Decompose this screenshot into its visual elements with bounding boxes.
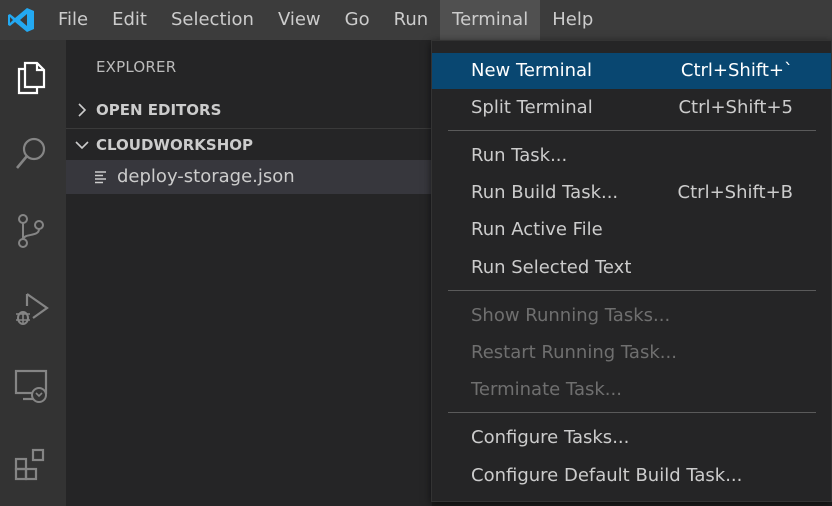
sidebar-title: EXPLORER: [96, 58, 177, 76]
extensions-icon[interactable]: [8, 442, 54, 488]
menu-item-configure-tasks[interactable]: Configure Tasks...: [432, 420, 831, 456]
vscode-logo-icon: [6, 6, 36, 34]
menu-item-label: Restart Running Task...: [471, 342, 677, 363]
menu-selection[interactable]: Selection: [159, 0, 266, 40]
menu-item-run-build-task[interactable]: Run Build Task... Ctrl+Shift+B: [432, 175, 831, 211]
menu-item-shortcut: Ctrl+Shift+5: [678, 97, 793, 118]
menu-item-label: Run Selected Text: [471, 257, 632, 278]
menu-item-label: Configure Tasks...: [471, 427, 630, 448]
chevron-down-icon: [75, 141, 89, 150]
menu-go[interactable]: Go: [333, 0, 382, 40]
menu-view[interactable]: View: [266, 0, 333, 40]
file-item[interactable]: deploy-storage.json: [66, 160, 432, 194]
run-debug-icon[interactable]: [8, 285, 54, 331]
source-control-icon[interactable]: [8, 208, 54, 254]
menu-separator: [448, 412, 816, 413]
menu-item-show-running-tasks: Show Running Tasks...: [432, 298, 831, 334]
menu-item-label: Run Active File: [471, 219, 603, 240]
file-lines-icon: [95, 171, 106, 184]
section-open-editors[interactable]: OPEN EDITORS: [66, 94, 432, 126]
title-bar: File Edit Selection View Go Run Terminal…: [0, 0, 832, 40]
menu-separator: [448, 290, 816, 291]
menu-item-split-terminal[interactable]: Split Terminal Ctrl+Shift+5: [432, 90, 831, 126]
menu-terminal[interactable]: Terminal: [440, 0, 541, 40]
menu-item-run-task[interactable]: Run Task...: [432, 138, 831, 174]
search-icon[interactable]: [8, 131, 54, 177]
menu-separator: [448, 130, 816, 131]
menu-edit[interactable]: Edit: [100, 0, 159, 40]
menu-item-label: Show Running Tasks...: [471, 305, 671, 326]
explorer-sidebar: EXPLORER OPEN EDITORS CLOUDWORKSHOP depl…: [66, 40, 432, 506]
menu-item-restart-running-task: Restart Running Task...: [432, 335, 831, 371]
menu-help[interactable]: Help: [540, 0, 605, 40]
menu-item-run-active-file[interactable]: Run Active File: [432, 212, 831, 248]
menu-item-label: New Terminal: [471, 60, 593, 81]
section-label: OPEN EDITORS: [96, 101, 222, 119]
explorer-icon[interactable]: [8, 54, 54, 100]
menu-item-label: Run Build Task...: [471, 182, 619, 203]
section-label: CLOUDWORKSHOP: [96, 136, 253, 154]
menu-item-label: Run Task...: [471, 145, 568, 166]
menu-item-shortcut: Ctrl+Shift+B: [677, 182, 793, 203]
menu-item-configure-default-build-task[interactable]: Configure Default Build Task...: [432, 458, 831, 494]
remote-explorer-icon[interactable]: [8, 362, 54, 408]
terminal-menu-dropdown: New Terminal Ctrl+Shift+` Split Terminal…: [431, 40, 832, 502]
activity-bar: [0, 40, 66, 506]
menu-item-label: Split Terminal: [471, 97, 593, 118]
menu-item-shortcut: Ctrl+Shift+`: [680, 60, 793, 81]
menu-item-label: Terminate Task...: [471, 379, 622, 400]
chevron-right-icon: [78, 103, 87, 117]
menu-item-new-terminal[interactable]: New Terminal Ctrl+Shift+`: [432, 53, 831, 89]
menu-file[interactable]: File: [46, 0, 100, 40]
file-name: deploy-storage.json: [117, 166, 295, 187]
section-cloudworkshop[interactable]: CLOUDWORKSHOP: [66, 128, 432, 160]
menu-run[interactable]: Run: [382, 0, 441, 40]
menu-item-label: Configure Default Build Task...: [471, 465, 743, 486]
menu-item-terminate-task: Terminate Task...: [432, 372, 831, 408]
menu-bar: File Edit Selection View Go Run Terminal…: [46, 0, 605, 40]
menu-item-run-selected-text[interactable]: Run Selected Text: [432, 250, 831, 286]
